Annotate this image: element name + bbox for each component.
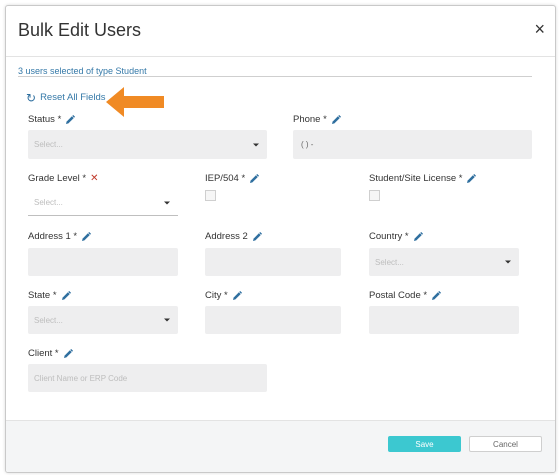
address1-label: Address 1 *: [28, 231, 91, 242]
pencil-icon[interactable]: [81, 232, 91, 242]
pencil-icon[interactable]: [232, 291, 242, 301]
modal-title: Bulk Edit Users: [18, 20, 142, 40]
chevron-down-icon: [164, 318, 170, 322]
grade-level-placeholder: Select...: [34, 198, 63, 207]
address1-field[interactable]: [28, 248, 178, 276]
cancel-button[interactable]: Cancel: [469, 436, 542, 452]
city-label: City *: [205, 290, 242, 301]
pencil-icon[interactable]: [249, 174, 259, 184]
selection-summary: 3 users selected of type Student: [18, 66, 147, 76]
pencil-icon[interactable]: [61, 291, 71, 301]
pencil-icon[interactable]: [63, 349, 73, 359]
status-label-text: Status *: [28, 114, 62, 125]
address2-label: Address 2: [205, 231, 262, 242]
pencil-icon[interactable]: [331, 115, 341, 125]
pencil-icon[interactable]: [413, 232, 423, 242]
bulk-edit-modal: Bulk Edit Users × 3 users selected of ty…: [5, 5, 556, 473]
license-label-text: Student/Site License *: [369, 173, 463, 184]
pencil-icon[interactable]: [65, 115, 75, 125]
country-label: Country *: [369, 231, 423, 242]
modal-header: Bulk Edit Users ×: [6, 6, 555, 57]
country-select[interactable]: Select...: [369, 248, 519, 276]
pencil-icon[interactable]: [252, 232, 262, 242]
state-label: State *: [28, 290, 71, 301]
status-select[interactable]: Select...: [28, 130, 267, 159]
chevron-down-icon: [164, 201, 170, 204]
client-placeholder: Client Name or ERP Code: [34, 373, 128, 383]
phone-value: ( ) -: [301, 140, 314, 149]
status-placeholder: Select...: [34, 140, 63, 149]
iep-label-text: IEP/504 *: [205, 173, 246, 184]
state-placeholder: Select...: [34, 315, 63, 325]
reset-all-fields-link[interactable]: ↻ Reset All Fields: [26, 90, 106, 105]
country-label-text: Country *: [369, 231, 409, 242]
address2-label-text: Address 2: [205, 231, 248, 242]
close-icon[interactable]: ×: [534, 20, 545, 38]
grade-level-label-text: Grade Level *: [28, 173, 87, 184]
iep-checkbox[interactable]: [205, 190, 216, 201]
iep-label: IEP/504 *: [205, 173, 259, 184]
address1-label-text: Address 1 *: [28, 231, 78, 242]
address2-field[interactable]: [205, 248, 341, 276]
phone-field[interactable]: ( ) -: [293, 130, 532, 159]
license-label: Student/Site License *: [369, 173, 476, 184]
refresh-icon: ↻: [26, 90, 37, 105]
postal-field[interactable]: [369, 306, 519, 334]
phone-label: Phone *: [293, 114, 341, 125]
x-icon[interactable]: ✕: [90, 173, 98, 184]
state-select[interactable]: Select...: [28, 306, 178, 334]
city-label-text: City *: [205, 290, 228, 301]
license-checkbox[interactable]: [369, 190, 380, 201]
status-label: Status *: [28, 114, 75, 125]
reset-label: Reset All Fields: [40, 92, 106, 103]
phone-label-text: Phone *: [293, 114, 327, 125]
client-label-text: Client *: [28, 348, 59, 359]
chevron-down-icon: [505, 260, 511, 264]
postal-label-text: Postal Code *: [369, 290, 428, 301]
grade-level-label: Grade Level * ✕: [28, 173, 98, 184]
grade-level-select[interactable]: Select...: [28, 190, 178, 216]
save-button[interactable]: Save: [388, 436, 461, 452]
arrow-left-icon: [106, 87, 164, 117]
client-label: Client *: [28, 348, 73, 359]
divider: [18, 76, 532, 77]
client-field[interactable]: Client Name or ERP Code: [28, 364, 267, 392]
country-placeholder: Select...: [375, 257, 404, 267]
postal-label: Postal Code *: [369, 290, 441, 301]
state-label-text: State *: [28, 290, 57, 301]
pencil-icon[interactable]: [431, 291, 441, 301]
chevron-down-icon: [253, 143, 259, 146]
city-field[interactable]: [205, 306, 341, 334]
pencil-icon[interactable]: [466, 174, 476, 184]
